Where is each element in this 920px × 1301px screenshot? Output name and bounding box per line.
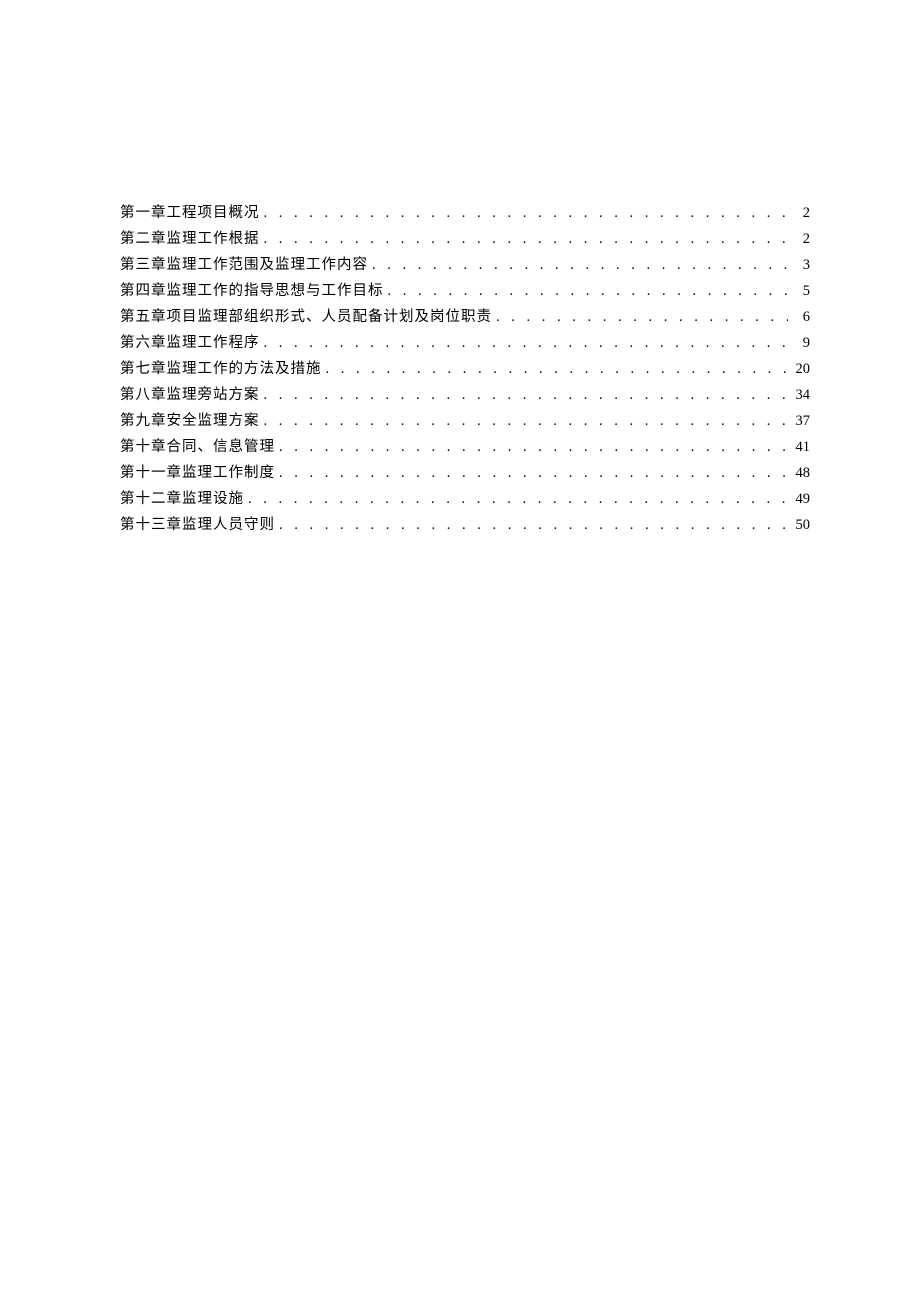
toc-entry: 第八章监理旁站方案 34 [120,382,810,408]
toc-leader [264,382,789,408]
document-page: 第一章工程项目概况2第二章监理工作根据2第三章监理工作范围及监理工作内容3第四章… [0,0,920,1301]
toc-page-number: 41 [792,434,810,460]
toc-page-number: 6 [792,304,810,330]
toc-page-number: 2 [792,226,810,252]
toc-title: 第八章监理旁站方案 [120,382,260,408]
toc-entry: 第五章项目监理部组织形式、人员配备计划及岗位职责 6 [120,304,810,330]
toc-page-number: 34 [792,382,810,408]
toc-page-number: 48 [792,460,810,486]
toc-entry: 第一章工程项目概况 2 [120,200,810,226]
toc-title: 第三章监理工作范围及监理工作内容 [120,252,368,278]
toc-title: 第四章监理工作的指导思想与工作目标 [120,278,384,304]
toc-title: 第一章工程项目概况 [120,200,260,226]
toc-entry: 第四章监理工作的指导思想与工作目标 5 [120,278,810,304]
toc-leader [279,434,788,460]
toc-title: 第十章合同、信息管理 [120,434,275,460]
toc-title: 第二章监理工作根据 [120,226,260,252]
toc-page-number: 49 [792,486,810,512]
toc-title: 第九章安全监理方案 [120,408,260,434]
toc-title: 第七章监理工作的方法及措施 [120,356,322,382]
toc-entry: 第十一章监理工作制度 48 [120,460,810,486]
toc-leader [388,278,789,304]
toc-leader [264,200,789,226]
toc-entry: 第六章监理工作程序 9 [120,330,810,356]
toc-page-number: 50 [792,512,810,538]
toc-leader [496,304,788,330]
toc-title: 第六章监理工作程序 [120,330,260,356]
toc-entry: 第十章合同、信息管理 41 [120,434,810,460]
toc-title: 第十一章监理工作制度 [120,460,275,486]
toc-page-number: 5 [792,278,810,304]
toc-entry: 第三章监理工作范围及监理工作内容 3 [120,252,810,278]
toc-leader [279,460,788,486]
toc-page-number: 20 [792,356,810,382]
toc-leader [279,512,788,538]
toc-title: 第十二章监理设施 [120,486,244,512]
table-of-contents: 第一章工程项目概况2第二章监理工作根据2第三章监理工作范围及监理工作内容3第四章… [120,200,810,538]
toc-page-number: 9 [792,330,810,356]
toc-leader [372,252,788,278]
toc-leader [264,226,789,252]
toc-leader [264,330,789,356]
toc-entry: 第十三章监理人员守则 50 [120,512,810,538]
toc-entry: 第九章安全监理方案 37 [120,408,810,434]
toc-leader [264,408,789,434]
toc-page-number: 3 [792,252,810,278]
toc-page-number: 37 [792,408,810,434]
toc-page-number: 2 [792,200,810,226]
toc-entry: 第二章监理工作根据 2 [120,226,810,252]
toc-leader [326,356,789,382]
toc-entry: 第十二章监理设施 49 [120,486,810,512]
toc-entry: 第七章监理工作的方法及措施 20 [120,356,810,382]
toc-leader [248,486,788,512]
toc-title: 第十三章监理人员守则 [120,512,275,538]
toc-title: 第五章项目监理部组织形式、人员配备计划及岗位职责 [120,304,492,330]
